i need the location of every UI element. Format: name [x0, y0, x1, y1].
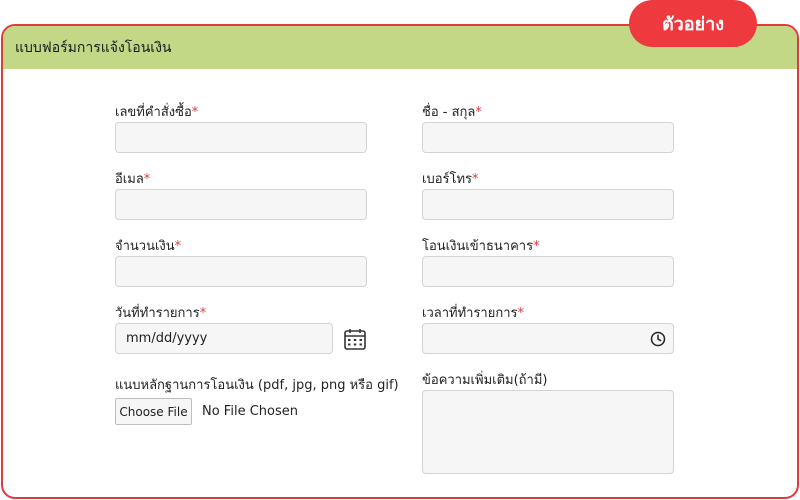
full-name-label: ชื่อ - สกุล*	[422, 105, 482, 120]
clock-icon[interactable]	[650, 331, 666, 347]
attachment-label: แนบหลักฐานการโอนเงิน (pdf, jpg, png หรือ…	[115, 378, 399, 393]
transaction-date-label: วันที่ทำรายการ*	[115, 306, 207, 321]
amount-label: จำนวนเงิน*	[115, 239, 182, 254]
transaction-time-label: เวลาที่ทำรายการ*	[422, 306, 525, 321]
transaction-time-input[interactable]	[422, 323, 674, 354]
email-label: อีเมล*	[115, 172, 151, 187]
phone-input[interactable]	[422, 189, 674, 220]
calendar-icon[interactable]	[343, 327, 367, 351]
transaction-date-input[interactable]: mm/dd/yyyy	[115, 323, 333, 354]
note-textarea[interactable]	[422, 390, 674, 474]
file-status-text: No File Chosen	[202, 404, 298, 419]
note-label: ข้อความเพิ่มเติม(ถ้ามี)	[422, 373, 548, 388]
full-name-input[interactable]	[422, 122, 674, 153]
sample-badge: ตัวอย่าง	[629, 0, 757, 47]
order-number-input[interactable]	[115, 122, 367, 153]
email-input[interactable]	[115, 189, 367, 220]
bank-label: โอนเงินเข้าธนาคาร*	[422, 239, 540, 254]
choose-file-button[interactable]: Choose File	[115, 398, 192, 425]
bank-input[interactable]	[422, 256, 674, 287]
phone-label: เบอร์โทร*	[422, 172, 479, 187]
order-number-label: เลขที่คำสั่งซื้อ*	[115, 105, 199, 120]
amount-input[interactable]	[115, 256, 367, 287]
form-title: แบบฟอร์มการแจ้งโอนเงิน	[15, 39, 172, 56]
